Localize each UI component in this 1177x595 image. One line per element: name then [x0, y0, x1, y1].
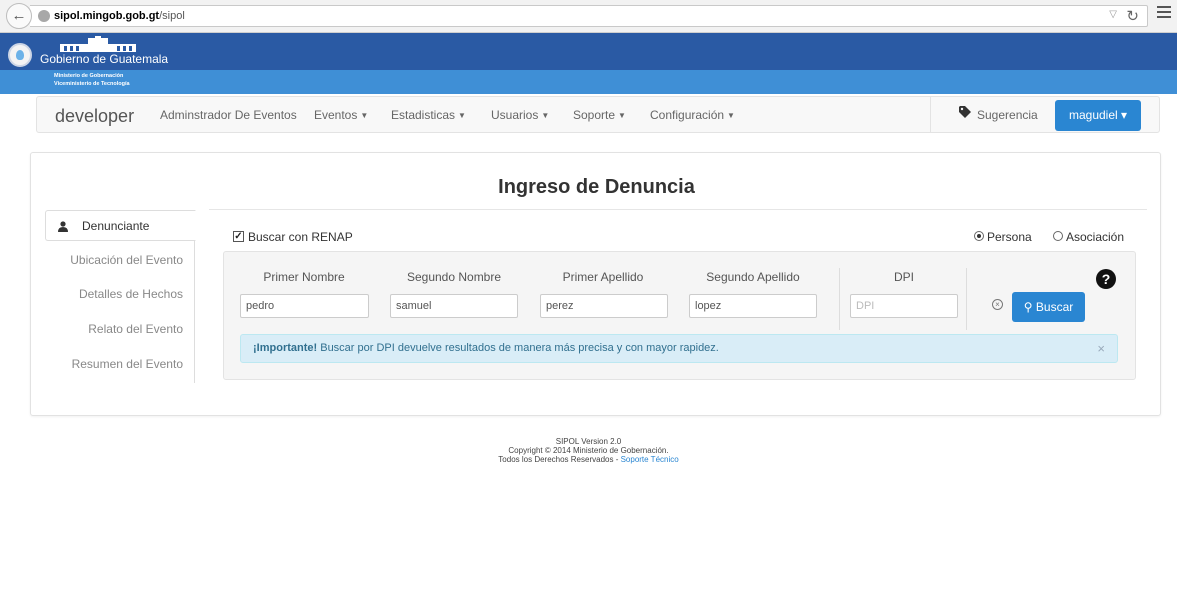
radio-persona-label: Persona: [987, 230, 1032, 244]
radio-asociacion[interactable]: [1053, 231, 1063, 241]
nav-support[interactable]: Soporte ▼: [573, 108, 626, 122]
globe-icon: [38, 10, 50, 22]
search-button-label: Buscar: [1035, 300, 1074, 314]
info-alert: ¡Importante! Buscar por DPI devuelve res…: [240, 334, 1118, 363]
radio-asociacion-label: Asociación: [1066, 230, 1125, 244]
nav-admin-events[interactable]: Adminstrador De Eventos: [160, 108, 297, 122]
coat-of-arms-icon: [8, 43, 32, 67]
column-divider: [839, 268, 840, 330]
footer-rights: Todos los Derechos Reservados -: [498, 455, 621, 464]
gov-banner: Gobierno de Guatemala Ministerio de Gobe…: [0, 33, 1177, 94]
sidebar-item-event-location[interactable]: Ubicación del Evento: [45, 245, 195, 276]
nav-users[interactable]: Usuarios ▼: [491, 108, 549, 122]
sidebar-item-event-story[interactable]: Relato del Evento: [45, 314, 195, 345]
search-button[interactable]: ⚲ Buscar: [1012, 292, 1085, 322]
alert-text: Buscar por DPI devuelve resultados de ma…: [317, 342, 719, 354]
reload-icon[interactable]: ↻: [1126, 7, 1139, 25]
nav-label: Usuarios: [491, 108, 539, 122]
radio-persona[interactable]: [974, 231, 984, 241]
browser-toolbar: sipol.mingob.gob.gt/sipol ▽ ↻ ←: [0, 0, 1177, 33]
alert-strong: ¡Importante!: [253, 342, 318, 354]
url-bar[interactable]: sipol.mingob.gob.gt/sipol ▽ ↻: [30, 5, 1148, 27]
sidebar-item-label: Denunciante: [82, 219, 150, 233]
sidebar-item-label: Detalles de Hechos: [78, 287, 183, 301]
main-navbar: developer Adminstrador De Eventos Evento…: [36, 96, 1160, 133]
renap-checkbox[interactable]: ✓: [233, 231, 244, 242]
footer: SIPOL Version 2.0 Copyright © 2014 Minis…: [0, 437, 1177, 464]
column-divider: [966, 268, 967, 330]
tag-icon: [959, 106, 971, 118]
second-name-input[interactable]: samuel: [390, 294, 518, 318]
nav-label: Eventos: [314, 108, 358, 122]
user-menu-button[interactable]: magudiel ▾: [1055, 100, 1141, 131]
sidebar-item-label: Relato del Evento: [88, 322, 183, 336]
arrow-left-icon: ←: [11, 7, 27, 24]
footer-version: SIPOL Version 2.0: [555, 437, 622, 446]
header-first-surname: Primer Apellido: [562, 270, 644, 284]
nav-label: Adminstrador De Eventos: [160, 108, 297, 122]
caret-down-icon: ▼: [360, 111, 369, 121]
user-icon: [58, 221, 68, 232]
ministry-name: Ministerio de Gobernación: [54, 73, 124, 79]
nav-label: Estadisticas: [391, 108, 456, 122]
nav-configuration[interactable]: Configuración ▼: [650, 108, 735, 122]
palace-logo-icon: [60, 36, 136, 52]
main-panel: Ingreso de Denuncia Denunciante Ubicació…: [30, 152, 1161, 416]
suggestion-link[interactable]: Sugerencia: [977, 108, 1038, 122]
caret-down-icon: ▼: [541, 111, 550, 121]
nav-label: Configuración: [650, 108, 725, 122]
sidebar-item-event-summary[interactable]: Resumen del Evento: [45, 349, 195, 380]
back-button[interactable]: ←: [6, 3, 32, 29]
header-first-name: Primer Nombre: [263, 270, 345, 284]
search-icon: ⚲: [1023, 300, 1033, 314]
sidebar-item-event-details[interactable]: Detalles de Hechos: [45, 279, 195, 310]
footer-rights-line: Todos los Derechos Reservados - Soporte …: [0, 455, 1177, 464]
vice-ministry-name: Viceministerio de Tecnología: [54, 81, 130, 87]
first-name-input[interactable]: pedro: [240, 294, 369, 318]
nav-events[interactable]: Eventos ▼: [314, 108, 368, 122]
sidebar-item-label: Ubicación del Evento: [70, 253, 183, 267]
sidebar-item-denunciante[interactable]: Denunciante: [45, 210, 196, 241]
support-link[interactable]: Soporte Técnico: [621, 455, 679, 464]
dpi-input[interactable]: DPI: [850, 294, 958, 318]
first-surname-input[interactable]: perez: [540, 294, 668, 318]
search-well: Primer Nombre Segundo Nombre Primer Apel…: [223, 251, 1136, 380]
caret-down-icon: ▼: [727, 111, 735, 121]
footer-copyright: Copyright © 2014 Ministerio de Gobernaci…: [508, 446, 669, 455]
gov-name: Gobierno de Guatemala: [40, 52, 169, 66]
brand[interactable]: developer: [55, 106, 134, 127]
renap-label: Buscar con RENAP: [248, 230, 353, 244]
header-second-surname: Segundo Apellido: [706, 270, 800, 284]
url-host: sipol.mingob.gob.gt: [54, 10, 160, 22]
dropdown-arrow-icon[interactable]: ▽: [1109, 9, 1117, 20]
caret-down-icon: ▼: [618, 111, 626, 121]
banner-strip: [0, 70, 1177, 94]
side-nav: Denunciante Ubicación del Evento Detalle…: [45, 210, 196, 383]
page-title: Ingreso de Denuncia: [498, 176, 695, 198]
caret-down-icon: ▼: [458, 111, 466, 121]
help-icon[interactable]: ?: [1096, 269, 1116, 289]
clear-icon[interactable]: ×: [992, 299, 1003, 310]
url-text: sipol.mingob.gob.gt/sipol: [54, 10, 185, 22]
header-dpi: DPI: [893, 270, 914, 284]
url-path: /sipol: [159, 10, 185, 22]
nav-divider: [930, 97, 931, 132]
second-surname-input[interactable]: lopez: [689, 294, 817, 318]
nav-statistics[interactable]: Estadisticas ▼: [391, 108, 466, 122]
close-icon[interactable]: ×: [1097, 335, 1105, 362]
nav-label: Soporte: [573, 108, 616, 122]
hamburger-menu-icon[interactable]: [1157, 6, 1171, 18]
title-divider: [209, 209, 1147, 210]
header-second-name: Segundo Nombre: [406, 270, 502, 284]
sidebar-item-label: Resumen del Evento: [71, 357, 183, 371]
